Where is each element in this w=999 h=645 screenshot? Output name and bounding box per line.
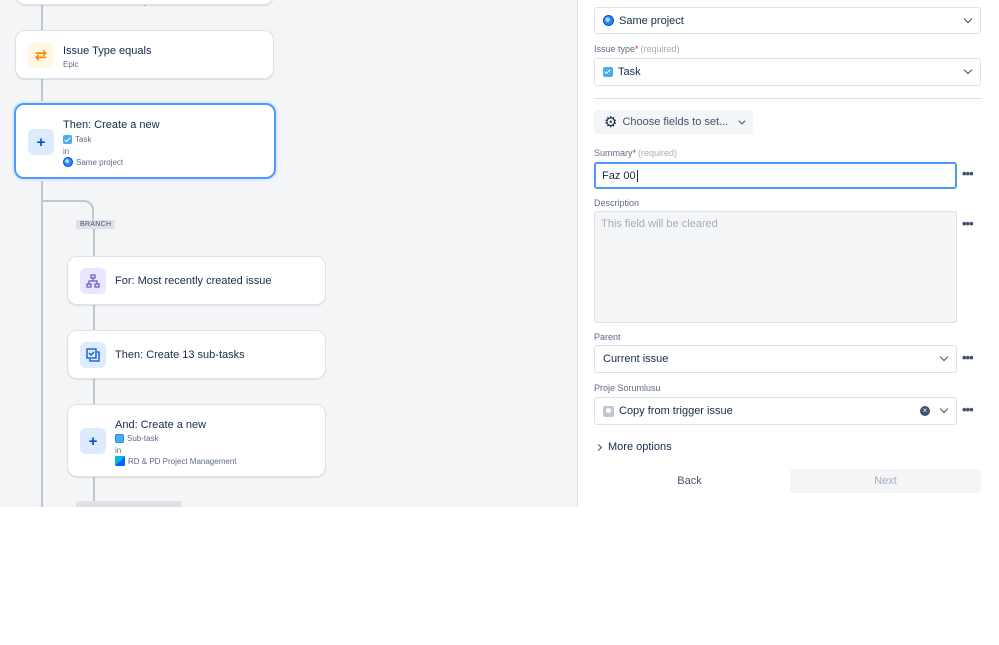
card-title: Then: Create a new (63, 119, 160, 131)
card-project-label: RD & PD Project Management (128, 456, 237, 466)
card-subtitle: Epic (63, 60, 79, 69)
text-caret (636, 169, 638, 182)
choose-fields-label: Choose fields to set... (622, 116, 729, 128)
user-avatar-icon (603, 405, 614, 417)
automation-rule-editor: ⇄ Issue Type equals Epic + Then: Create … (0, 0, 999, 507)
proje-sorumlusu-select[interactable]: Copy from trigger issue × (594, 397, 957, 425)
plus-icon: + (28, 129, 54, 155)
summary-input[interactable]: Faz 00 (594, 162, 957, 189)
card-in-label: in (63, 147, 70, 156)
clear-icon[interactable]: × (920, 406, 930, 416)
rule-canvas: ⇄ Issue Type equals Epic + Then: Create … (0, 0, 577, 507)
card-project: Same project (63, 157, 123, 167)
project-select[interactable]: Same project (594, 7, 981, 34)
choose-fields-button[interactable]: ⚙ Choose fields to set... (594, 110, 753, 134)
summary-label-text: Summary (594, 148, 633, 158)
description-more-icon[interactable]: ••• (962, 217, 974, 230)
card-title: And: Create a new (115, 419, 207, 431)
action-card-create-task[interactable]: + Then: Create a new Task in Same projec… (14, 103, 276, 179)
summary-label: Summary* (required) (594, 148, 677, 158)
summary-more-icon[interactable]: ••• (962, 167, 974, 180)
card-title: Issue Type equals (63, 45, 152, 57)
chevron-right-icon (594, 443, 603, 451)
task-icon (63, 135, 72, 144)
card-title: For: Most recently created issue (115, 275, 272, 287)
summary-input-value: Faz 00 (602, 169, 636, 182)
project-select-value: Same project (619, 14, 684, 27)
branch-label: BRANCH (76, 220, 116, 229)
parent-more-icon[interactable]: ••• (962, 351, 974, 364)
issue-type-label: Issue type* (required) (594, 44, 680, 54)
branch-card-recent-issue[interactable]: For: Most recently created issue (67, 256, 326, 305)
action-card-create-subtask[interactable]: + And: Create a new Sub-task in RD & PD … (67, 404, 326, 477)
card-project-label: Same project (76, 157, 124, 167)
task-icon (603, 67, 613, 77)
proje-sorumlusu-label: Proje Sorumlusu (594, 383, 661, 393)
description-textarea[interactable] (594, 211, 957, 323)
rule-card-previous[interactable] (15, 0, 274, 5)
required-mark: * (635, 44, 639, 54)
issue-type-select[interactable]: Task (594, 58, 981, 86)
card-in-label: in (115, 446, 122, 455)
hierarchy-icon (80, 268, 106, 294)
more-options-label: More options (608, 441, 672, 453)
chevron-down-icon (738, 117, 746, 125)
card-issue-type: Sub-task (115, 434, 159, 443)
action-card-create-subtasks[interactable]: Then: Create 13 sub-tasks (67, 330, 326, 379)
proje-sorumlusu-more-icon[interactable]: ••• (962, 403, 974, 416)
project-icon (115, 456, 125, 466)
more-options-toggle[interactable]: More options (594, 441, 672, 453)
next-component-stub[interactable] (76, 501, 182, 507)
card-issue-type-label: Task (75, 135, 92, 144)
chevron-down-icon (963, 14, 973, 24)
required-hint: (required) (638, 148, 678, 158)
globe-icon (63, 157, 73, 167)
issue-type-label-text: Issue type (594, 44, 636, 54)
parent-select-value: Current issue (603, 353, 669, 365)
plus-icon: + (80, 428, 106, 454)
chevron-down-icon (939, 404, 949, 414)
card-issue-type: Task (63, 135, 91, 144)
chevron-down-icon (939, 352, 949, 362)
chevron-down-icon (963, 65, 973, 75)
card-title: Then: Create 13 sub-tasks (115, 349, 245, 361)
parent-label: Parent (594, 332, 621, 342)
back-button[interactable]: Back (594, 469, 785, 493)
description-label: Description (594, 198, 640, 208)
subtasks-icon (80, 342, 106, 368)
issue-type-value: Task (618, 66, 641, 78)
shuffle-icon: ⇄ (28, 42, 54, 68)
parent-select[interactable]: Current issue (594, 345, 957, 373)
condition-card-issue-type[interactable]: ⇄ Issue Type equals Epic (15, 30, 274, 79)
gear-icon: ⚙ (604, 113, 618, 131)
proje-sorumlusu-value: Copy from trigger issue (619, 405, 733, 417)
card-issue-type-label: Sub-task (127, 434, 159, 443)
card-project: RD & PD Project Management (115, 456, 237, 466)
globe-icon (603, 15, 614, 26)
next-button[interactable]: Next (790, 469, 981, 493)
subtask-icon (115, 434, 124, 443)
divider (594, 98, 982, 99)
required-hint: (required) (640, 44, 680, 54)
required-mark: * (632, 148, 637, 158)
